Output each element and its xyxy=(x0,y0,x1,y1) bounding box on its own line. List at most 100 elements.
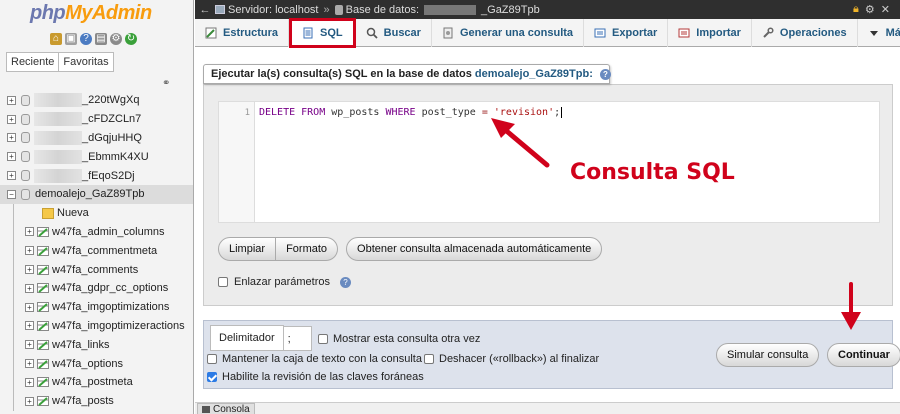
expand-icon[interactable]: + xyxy=(25,321,34,331)
rollback-checkbox[interactable] xyxy=(424,354,434,364)
db-item[interactable]: + _dGqjuHHQ xyxy=(0,129,193,148)
table-icon xyxy=(37,320,49,331)
table-item[interactable]: + w47fa_posts xyxy=(0,391,193,411)
table-item[interactable]: + w47fa_imgoptimizations xyxy=(0,297,193,317)
show-query-checkbox[interactable] xyxy=(318,334,328,344)
quick-icons: ⌂ ▣ ? ▤ ⚙ ↻ xyxy=(50,33,137,45)
reload-icon[interactable]: ↻ xyxy=(125,33,137,45)
table-icon xyxy=(37,245,49,256)
console-bar: Consola xyxy=(195,402,900,414)
logout-icon[interactable]: ▣ xyxy=(65,33,77,45)
tab-more[interactable]: Más xyxy=(858,19,900,47)
expand-icon[interactable]: + xyxy=(25,227,34,237)
settings-icon[interactable]: ⚙ xyxy=(110,33,122,45)
expand-icon[interactable]: + xyxy=(25,283,34,293)
tab-favorites[interactable]: Favoritas xyxy=(59,52,114,72)
close-icon[interactable]: ✕ xyxy=(881,3,890,16)
new-icon xyxy=(42,207,54,219)
tab-structure[interactable]: Estructura xyxy=(195,18,290,47)
expand-icon[interactable]: + xyxy=(7,171,16,181)
wrench-icon xyxy=(762,26,774,39)
help-icon[interactable]: ? xyxy=(340,276,351,288)
table-item[interactable]: + w47fa_imgoptimizeractions xyxy=(0,316,193,336)
delimiter-group: Delimitador ; xyxy=(210,325,312,351)
help-icon[interactable]: ? xyxy=(80,33,92,45)
lock-icon[interactable]: 🔒︎ xyxy=(853,3,859,16)
format-button[interactable]: Formato xyxy=(276,237,339,261)
gear-icon[interactable]: ⚙ xyxy=(865,3,875,16)
fk-check-option: Habilite la revisión de las claves forán… xyxy=(207,371,424,383)
expand-icon[interactable]: + xyxy=(25,265,34,275)
link-chain-icon[interactable]: ⚭ xyxy=(162,78,170,89)
console-tab[interactable]: Consola xyxy=(197,403,255,414)
bind-params-checkbox[interactable] xyxy=(218,277,228,287)
table-item[interactable]: + w47fa_commentmeta xyxy=(0,241,193,261)
new-table-item[interactable]: Nueva xyxy=(0,203,193,223)
sql-code[interactable]: DELETE FROM wp_posts WHERE post_type = '… xyxy=(255,102,566,222)
redacted-name xyxy=(34,168,82,183)
db-item[interactable]: + _220tWgXq xyxy=(0,91,193,110)
tab-import[interactable]: Importar xyxy=(668,18,752,47)
table-item[interactable]: + w47fa_comments xyxy=(0,260,193,279)
phpmyadmin-logo[interactable]: phpMyAdmin xyxy=(30,2,152,25)
expand-icon[interactable]: + xyxy=(7,114,16,124)
clear-button[interactable]: Limpiar xyxy=(218,237,277,261)
sql-icon xyxy=(302,27,314,39)
database-icon xyxy=(334,4,343,15)
get-auto-query-button[interactable]: Obtener consulta almacenada automáticame… xyxy=(346,237,603,261)
tab-recent[interactable]: Reciente xyxy=(6,52,60,72)
table-icon xyxy=(37,283,49,294)
expand-icon[interactable]: + xyxy=(25,377,34,387)
db-item[interactable]: + _fEqoS2Dj xyxy=(0,166,193,185)
back-arrow-icon[interactable]: ← xyxy=(195,4,215,16)
docs-icon[interactable]: ▤ xyxy=(95,33,107,45)
table-item[interactable]: + w47fa_options xyxy=(0,354,193,373)
table-icon xyxy=(37,302,49,313)
tab-sql[interactable]: SQL xyxy=(289,18,356,48)
console-icon xyxy=(202,405,210,413)
table-item[interactable]: + w47fa_links xyxy=(0,335,193,355)
line-numbers: 1 xyxy=(219,102,255,222)
breadcrumb-database[interactable]: Base de datos: _GaZ89Tpb xyxy=(334,4,540,16)
expand-icon[interactable]: + xyxy=(25,359,34,369)
database-icon xyxy=(21,170,30,182)
table-icon xyxy=(37,264,49,275)
redacted-name xyxy=(34,112,82,127)
expand-icon[interactable]: + xyxy=(25,246,34,256)
db-item-selected[interactable]: − demoalejo_GaZ89Tpb xyxy=(0,184,193,204)
keep-textbox-checkbox[interactable] xyxy=(207,354,217,364)
bind-params-row: Enlazar parámetros ? xyxy=(218,276,351,288)
expand-icon[interactable]: + xyxy=(7,133,16,143)
expand-icon[interactable]: + xyxy=(25,396,34,406)
simulate-query-button[interactable]: Simular consulta xyxy=(716,343,820,367)
rollback-option: Deshacer («rollback») al finalizar xyxy=(424,353,599,365)
table-item[interactable]: + w47fa_admin_columns xyxy=(0,222,193,242)
tab-search[interactable]: Buscar xyxy=(356,18,432,47)
table-item[interactable]: + w47fa_postmeta xyxy=(0,372,193,392)
nav-tabs: Reciente Favoritas xyxy=(6,52,114,72)
expand-icon[interactable]: + xyxy=(7,95,16,105)
db-item[interactable]: + _cFDZCLn7 xyxy=(0,110,193,129)
delimiter-input[interactable]: ; xyxy=(283,325,312,351)
sql-editor[interactable]: 1 DELETE FROM wp_posts WHERE post_type =… xyxy=(218,101,880,223)
home-icon[interactable]: ⌂ xyxy=(50,33,62,45)
table-icon xyxy=(37,226,49,237)
help-icon[interactable]: ? xyxy=(599,68,611,80)
continue-button[interactable]: Continuar xyxy=(827,343,900,367)
expand-icon[interactable]: + xyxy=(25,340,34,350)
breadcrumb-server[interactable]: Servidor: localhost xyxy=(215,4,319,16)
expand-icon[interactable]: + xyxy=(7,152,16,162)
query-icon xyxy=(442,27,454,39)
fk-check-checkbox[interactable] xyxy=(207,372,217,382)
tab-query[interactable]: Generar una consulta xyxy=(432,18,585,47)
search-icon xyxy=(366,27,378,39)
expand-icon[interactable]: + xyxy=(25,302,34,312)
table-item[interactable]: + w47fa_gdpr_cc_options xyxy=(0,278,193,298)
database-tree: + _220tWgXq + _cFDZCLn7 + _dGqjuHHQ + _E… xyxy=(0,91,193,411)
tab-operations[interactable]: Operaciones xyxy=(752,18,858,47)
database-icon xyxy=(21,132,30,144)
database-icon xyxy=(21,94,30,106)
collapse-icon[interactable]: − xyxy=(7,189,16,199)
tab-export[interactable]: Exportar xyxy=(584,18,669,47)
db-item[interactable]: + _EbmmK4XU xyxy=(0,147,193,166)
